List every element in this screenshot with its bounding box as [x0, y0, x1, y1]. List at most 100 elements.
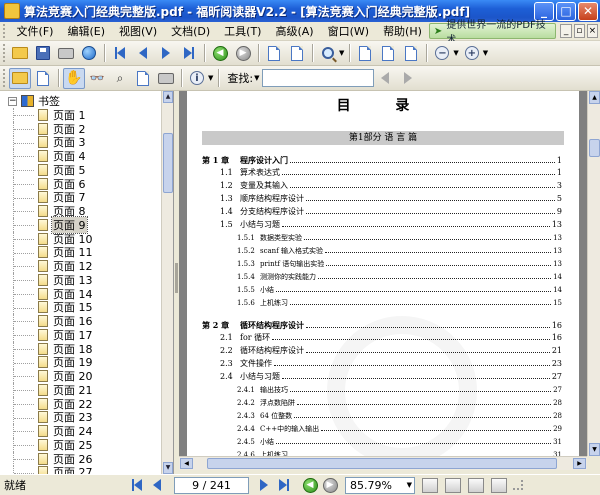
toc-row[interactable]: 1.5.6 上机练习 15: [202, 298, 562, 308]
child-minimize-button[interactable]: _: [560, 24, 572, 38]
page-number-field[interactable]: 9 / 241: [174, 476, 249, 494]
typewriter-button[interactable]: [132, 68, 154, 89]
status-next-page-button[interactable]: [255, 477, 273, 494]
toc-row[interactable]: 1.4 分支结构程序设计 9: [202, 207, 562, 217]
toc-row[interactable]: 1.5 小结与习题 13: [202, 220, 562, 230]
hand-tool-button[interactable]: ✋: [63, 67, 85, 89]
print-button[interactable]: [55, 43, 77, 64]
menu-window[interactable]: 窗口(W): [321, 23, 376, 39]
facing-view-button[interactable]: [468, 477, 484, 493]
resize-grip[interactable]: [513, 480, 523, 490]
find-next-button[interactable]: [397, 68, 419, 89]
next-page-button[interactable]: [155, 43, 177, 64]
close-button[interactable]: ✕: [578, 1, 598, 21]
chevron-down-icon[interactable]: ▼: [208, 74, 213, 82]
thumbnails-button[interactable]: [32, 68, 54, 89]
rotate-right-button[interactable]: [286, 43, 308, 64]
fit-width-button[interactable]: [400, 43, 422, 64]
toc-row[interactable]: 第 1 章程序设计入门 1: [202, 155, 562, 166]
search-button[interactable]: ⌕: [109, 68, 131, 89]
toc-row[interactable]: 2.4.1 输出技巧 27: [202, 385, 562, 395]
scroll-up-icon[interactable]: ▲: [589, 91, 600, 104]
fit-page-button[interactable]: [377, 43, 399, 64]
status-back-button[interactable]: ◀: [301, 477, 319, 494]
open-file-button[interactable]: [9, 43, 31, 64]
toc-row[interactable]: 2.1 for 循环 16: [202, 333, 562, 343]
toc-row[interactable]: 1.3 顺序结构程序设计 5: [202, 194, 562, 204]
first-page-button[interactable]: [109, 43, 131, 64]
toc-row[interactable]: 第 2 章循环结构程序设计 16: [202, 320, 562, 331]
scrollbar-thumb[interactable]: [589, 139, 600, 157]
continuous-facing-view-button[interactable]: [491, 477, 507, 493]
status-previous-page-button[interactable]: [148, 477, 166, 494]
maximize-button[interactable]: □: [556, 1, 576, 21]
snapshot-button[interactable]: [155, 68, 177, 89]
zoom-tool-button[interactable]: [317, 43, 339, 64]
scroll-down-icon[interactable]: ▼: [589, 443, 600, 456]
rotate-left-button[interactable]: [263, 43, 285, 64]
toc-row[interactable]: 1.2 变量及其输入 3: [202, 181, 562, 191]
document-view[interactable]: 目 录 第1部分 语 言 篇 第 1 章程序设计入门 1 1.1 算术表达式 1 1.2 变…: [179, 91, 587, 456]
scrollbar-thumb[interactable]: [207, 458, 557, 469]
promo-banner[interactable]: ➤ 提供世界一流的PDF技术: [428, 20, 557, 46]
toc-row[interactable]: 1.5.5 小结 14: [202, 285, 562, 295]
toc-row[interactable]: 1.5.1 数据类型实验 13: [202, 233, 562, 243]
find-input[interactable]: [261, 69, 374, 87]
forward-button[interactable]: ▶: [232, 43, 254, 64]
toc-row[interactable]: 2.4.2 浮点数陷阱 28: [202, 398, 562, 408]
document-horizontal-scrollbar[interactable]: ◀ ▶: [179, 456, 587, 470]
toc-row[interactable]: 2.3 文件操作 23: [202, 359, 562, 369]
collapse-icon[interactable]: −: [8, 96, 17, 106]
toc-row[interactable]: 2.4 小结与习题 27: [202, 372, 562, 382]
previous-page-button[interactable]: [132, 43, 154, 64]
toc-row[interactable]: 2.2 循环结构程序设计 21: [202, 346, 562, 356]
bookmark-scrollbar[interactable]: ▲ ▼: [161, 91, 173, 474]
toc-row[interactable]: 1.5.2 scanf 输入格式实验 13: [202, 246, 562, 256]
chevron-down-icon[interactable]: ▼: [407, 478, 414, 493]
toc-text: 小结与习题: [240, 372, 280, 381]
document-vertical-scrollbar[interactable]: ▲ ▼: [587, 91, 600, 456]
save-button[interactable]: [32, 43, 54, 64]
text-select-button[interactable]: 👓: [86, 68, 108, 89]
back-button[interactable]: ◀: [209, 43, 231, 64]
child-restore-button[interactable]: ▫: [573, 24, 585, 38]
menu-edit[interactable]: 编辑(E): [60, 23, 112, 39]
info-button[interactable]: i: [186, 68, 208, 89]
menu-view[interactable]: 视图(V): [112, 23, 164, 39]
toc-row[interactable]: 2.4.4 C++中的输入输出 29: [202, 424, 562, 434]
toc-row[interactable]: 2.4.5 小结 31: [202, 437, 562, 447]
scrollbar-thumb[interactable]: [163, 133, 173, 193]
last-page-button[interactable]: [178, 43, 200, 64]
toc-row[interactable]: 1.5.4 测测你的实践能力 14: [202, 272, 562, 282]
child-close-button[interactable]: ×: [586, 24, 598, 38]
actual-size-button[interactable]: [354, 43, 376, 64]
status-forward-button[interactable]: ▶: [321, 477, 339, 494]
scroll-up-icon[interactable]: ▲: [163, 91, 173, 103]
chevron-down-icon[interactable]: ▼: [339, 49, 344, 57]
bookmark-item[interactable]: 页面 27: [0, 465, 162, 474]
continuous-view-button[interactable]: [445, 477, 461, 493]
toc-row[interactable]: 1.1 算术表达式 1: [202, 168, 562, 178]
zoom-in-button[interactable]: +: [461, 43, 483, 64]
chevron-down-icon[interactable]: ▼: [483, 49, 488, 57]
scroll-down-icon[interactable]: ▼: [163, 462, 173, 474]
email-button[interactable]: [78, 43, 100, 64]
menu-document[interactable]: 文档(D): [164, 23, 217, 39]
chevron-down-icon[interactable]: ▼: [453, 49, 458, 57]
chevron-down-icon[interactable]: ▼: [254, 74, 259, 82]
zoom-out-button[interactable]: −: [431, 43, 453, 64]
scroll-left-icon[interactable]: ◀: [180, 458, 193, 469]
menu-file[interactable]: 文件(F): [10, 23, 61, 39]
menu-advanced[interactable]: 高级(A): [268, 23, 320, 39]
toc-row[interactable]: 2.4.3 64 位整数 28: [202, 411, 562, 421]
status-first-page-button[interactable]: [128, 477, 146, 494]
menu-tools[interactable]: 工具(T): [217, 23, 268, 39]
toc-row[interactable]: 1.5.3 printf 语句输出实验 13: [202, 259, 562, 269]
single-page-view-button[interactable]: [422, 477, 438, 493]
bookmarks-panel-button[interactable]: [9, 67, 31, 89]
menu-help[interactable]: 帮助(H): [376, 23, 429, 39]
find-previous-button[interactable]: [374, 68, 396, 89]
scroll-right-icon[interactable]: ▶: [573, 458, 586, 469]
status-last-page-button[interactable]: [275, 477, 293, 494]
zoom-field[interactable]: 85.79% ▼: [345, 476, 415, 494]
